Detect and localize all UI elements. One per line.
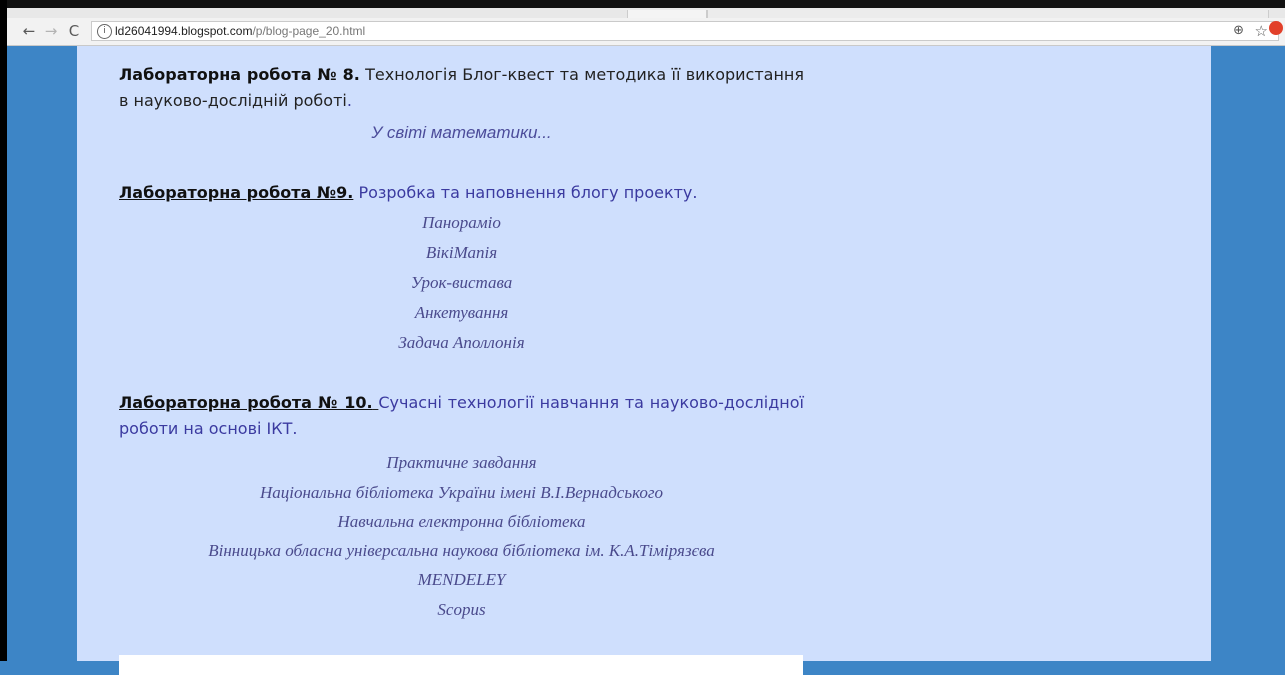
lab8-title: Лабораторна робота № 8. [119,65,360,84]
browser-toolbar: ← → C i ld26041994.blogspot.com/p/blog-p… [7,18,1285,46]
lab10-link-practical[interactable]: Практичне завдання [119,452,804,474]
tab-row[interactable] [707,10,1269,18]
lab9-title: Лабораторна робота №9. [119,183,354,202]
extension-icon[interactable] [1269,21,1283,35]
lab10-link-vinnytsia[interactable]: Вінницька обласна універсальна наукова б… [119,540,804,562]
lab10-link-vernadsky[interactable]: Національна бібліотека України імені В.І… [119,482,804,504]
back-icon[interactable]: ← [19,21,39,41]
lab8-paragraph: Лабораторна робота № 8. Технологія Блог-… [119,62,804,114]
reload-icon[interactable]: C [64,21,84,41]
url-path: /p/blog-page_20.html [252,24,366,38]
lab9-link-lesson-play[interactable]: Урок-вистава [119,272,804,294]
address-bar[interactable]: i ld26041994.blogspot.com/p/blog-page_20… [91,21,1279,41]
embedded-content-box [119,655,803,675]
page-background: Лабораторна робота № 8. Технологія Блог-… [7,46,1285,675]
lab10-link-mendeley[interactable]: MENDELEY [119,569,804,591]
lab8-period: . [346,91,352,110]
url-host: ld26041994.blogspot.com [115,24,253,38]
forward-icon[interactable]: → [41,21,61,41]
window-left-edge [0,0,7,661]
lab8-link[interactable]: У світі математики... [119,123,804,143]
lab9-link-panoramio[interactable]: Панораміо [119,212,804,234]
lab10-link-scopus[interactable]: Scopus [119,599,804,621]
info-icon[interactable]: i [97,24,112,39]
lab9-text: Розробка та наповнення блогу проекту. [353,183,698,202]
lab9-link-wikimapia[interactable]: ВікіМапія [119,242,804,264]
lab9-link-survey[interactable]: Анкетування [119,302,804,324]
window-top-edge [0,0,1285,8]
tab-active[interactable] [627,10,707,18]
content-column: Лабораторна робота № 8. Технологія Блог-… [77,46,1211,675]
lab10-paragraph: Лабораторна робота № 10. Сучасні техноло… [119,390,804,442]
bookmark-star-icon[interactable]: ☆ [1255,22,1268,40]
url-text[interactable]: ld26041994.blogspot.com/p/blog-page_20.h… [115,23,365,39]
lab10-link-elibrary[interactable]: Навчальна електронна бібліотека [119,511,804,533]
lab9-paragraph: Лабораторна робота №9. Розробка та напов… [119,180,804,206]
lab9-link-apollonius[interactable]: Задача Аполлонія [119,332,804,354]
zoom-icon[interactable]: ⊕ [1233,23,1244,38]
lab10-title: Лабораторна робота № 10. [119,393,373,412]
